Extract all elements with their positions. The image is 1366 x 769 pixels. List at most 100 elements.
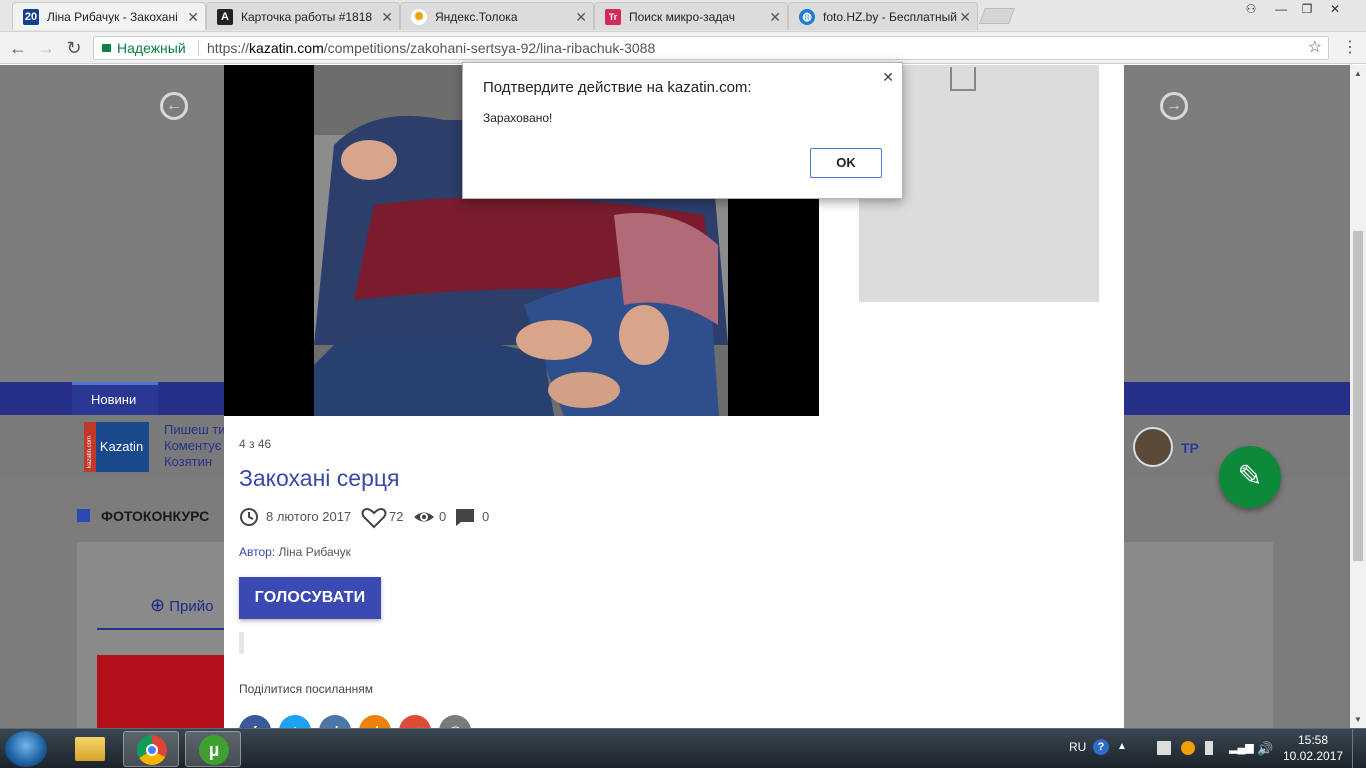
start-button[interactable] <box>5 731 47 767</box>
secure-label: Надежный <box>117 40 186 56</box>
dialog-message: Зараховано! <box>483 111 553 125</box>
url-host: kazatin.com <box>249 40 324 56</box>
folder-icon <box>75 737 105 761</box>
share-facebook-icon[interactable]: f <box>239 715 271 728</box>
browser-tab-strip: 20 Ліна Рибачук - Закохані ✕ A Карточка … <box>0 0 1366 32</box>
page-scrollbar[interactable]: ▲ ▼ <box>1350 65 1366 728</box>
comments-count: 0 <box>482 509 490 524</box>
show-desktop-button[interactable] <box>1352 729 1366 768</box>
close-tab-icon[interactable]: ✕ <box>769 3 781 30</box>
language-indicator[interactable]: RU <box>1069 740 1086 754</box>
new-tab-button[interactable] <box>979 8 1015 24</box>
plus-circle-icon: ⊕ <box>150 595 166 615</box>
heart-icon[interactable] <box>361 507 387 529</box>
url-text[interactable]: https://kazatin.com/competitions/zakohan… <box>207 37 655 59</box>
logo-text: Kazatin <box>99 439 144 454</box>
site-favicon-icon: A <box>217 9 233 25</box>
share-email-icon[interactable]: @ <box>439 715 471 728</box>
tab-title: Яндекс.Толока <box>435 10 518 24</box>
close-tab-icon[interactable]: ✕ <box>187 3 199 30</box>
help-icon[interactable]: ? <box>1093 739 1109 755</box>
tab-title: foto.HZ.by - Бесплатный <box>823 10 957 24</box>
action-center-icon[interactable] <box>1157 741 1171 755</box>
sun-favicon-icon: ✺ <box>411 9 427 25</box>
chrome-icon <box>137 735 167 765</box>
taskbar-explorer[interactable] <box>62 731 118 767</box>
taskbar-utorrent[interactable]: µ <box>185 731 241 767</box>
contest-thumbnail[interactable] <box>97 655 227 728</box>
bookmark-star-icon[interactable]: ☆ <box>1308 37 1322 59</box>
scroll-down-icon[interactable]: ▼ <box>1354 715 1362 724</box>
share-odnoklassniki-icon[interactable]: ok <box>359 715 391 728</box>
back-icon[interactable]: ← <box>8 38 28 58</box>
restore-icon[interactable]: ❐ <box>1294 0 1320 18</box>
tab-lina-ribachuk[interactable]: 20 Ліна Рибачук - Закохані ✕ <box>12 2 206 30</box>
user-avatar[interactable] <box>1133 427 1173 467</box>
scroll-thumb[interactable] <box>1353 231 1363 561</box>
tab-yandex-toloka[interactable]: ✺ Яндекс.Толока ✕ <box>400 2 594 30</box>
close-window-icon[interactable]: ✕ <box>1322 0 1348 18</box>
address-separator <box>198 41 199 55</box>
avast-icon[interactable] <box>1181 741 1195 755</box>
clock-time: 15:58 <box>1297 733 1329 747</box>
taskbar-chrome[interactable] <box>123 731 179 767</box>
prev-photo-icon[interactable]: ← <box>160 92 188 120</box>
tab-title: Карточка работы #1818 <box>241 10 373 24</box>
confirm-dialog: Подтвердите действие на kazatin.com: ✕ З… <box>462 62 903 199</box>
tab-task-card[interactable]: A Карточка работы #1818 ✕ <box>206 2 400 30</box>
logo-side-badge: kazatin.com <box>84 422 96 472</box>
address-bar[interactable]: Надежный https://kazatin.com/competition… <box>93 36 1329 60</box>
dialog-close-icon[interactable]: ✕ <box>882 69 894 86</box>
network-icon[interactable]: ▂▄▆ <box>1229 741 1254 755</box>
close-tab-icon[interactable]: ✕ <box>959 3 971 30</box>
url-path: /competitions/zakohani-sertsya-92/lina-r… <box>323 40 656 56</box>
secure-indicator[interactable]: Надежный <box>102 37 186 59</box>
share-twitter-icon[interactable]: t <box>279 715 311 728</box>
system-tray: RU ? ▲ ▂▄▆ 🔊 <box>1065 729 1305 769</box>
quote-bar <box>239 632 244 654</box>
photo-counter: 4 з 46 <box>239 437 272 451</box>
scroll-up-icon[interactable]: ▲ <box>1354 69 1362 78</box>
author-name[interactable]: Ліна Рибачук <box>279 545 351 559</box>
photo-title: Закохані серця <box>239 465 400 491</box>
edit-pencil-icon[interactable]: ✎ <box>1219 446 1281 508</box>
browser-menu-icon[interactable]: ⋮ <box>1342 38 1358 58</box>
photo-date: 8 лютого 2017 <box>266 509 352 524</box>
tray-expand-icon[interactable]: ▲ <box>1117 741 1131 755</box>
volume-icon[interactable]: 🔊 <box>1257 741 1273 756</box>
tab-foto-hz[interactable]: ◍ foto.HZ.by - Бесплатный ✕ <box>788 2 978 30</box>
globe-favicon-icon: ◍ <box>799 9 815 25</box>
strip-line-1: Пишеш ти <box>164 422 226 437</box>
logo-side-text: kazatin.com <box>87 435 93 468</box>
reload-icon[interactable]: ↻ <box>64 38 84 58</box>
author-label: Автор: <box>239 545 276 559</box>
close-tab-icon[interactable]: ✕ <box>575 3 587 30</box>
ad-placeholder-icon <box>950 67 976 91</box>
section-marker <box>77 509 90 522</box>
photo-author: Автор: Ліна Рибачук <box>239 545 351 559</box>
browser-toolbar: ← → ↻ Надежный https://kazatin.com/compe… <box>0 32 1366 64</box>
share-google-plus-icon[interactable]: g+ <box>399 715 431 728</box>
taskbar-clock[interactable]: 15:58 10.02.2017 <box>1283 732 1343 764</box>
site-favicon-icon: Tr <box>605 9 621 25</box>
tab-micro-tasks[interactable]: Tr Поиск микро-задач ✕ <box>594 2 788 30</box>
nav-item-news[interactable]: Новини <box>72 382 158 415</box>
close-tab-icon[interactable]: ✕ <box>381 3 393 30</box>
site-favicon-icon: 20 <box>23 9 39 25</box>
url-scheme: https:// <box>207 40 250 56</box>
battery-icon[interactable] <box>1205 741 1213 755</box>
vote-button[interactable]: ГОЛОСУВАТИ <box>239 577 381 619</box>
next-photo-icon[interactable]: → <box>1160 92 1188 120</box>
add-entry-button[interactable]: ⊕ Прийо <box>150 595 214 616</box>
dialog-title: Подтвердите действие на kazatin.com: <box>483 79 752 96</box>
forward-icon[interactable]: → <box>36 38 56 58</box>
share-vk-icon[interactable]: vk <box>319 715 351 728</box>
minimize-icon[interactable]: — <box>1268 0 1294 18</box>
user-initials[interactable]: ТР <box>1181 440 1199 456</box>
windows-taskbar: µ RU ? ▲ ▂▄▆ 🔊 <box>0 728 1366 768</box>
dialog-ok-button[interactable]: OK <box>810 148 882 178</box>
comment-icon[interactable] <box>455 507 475 527</box>
lock-icon <box>102 44 111 52</box>
utorrent-icon: µ <box>199 735 229 765</box>
profile-icon[interactable]: ⚇ <box>1238 0 1264 18</box>
